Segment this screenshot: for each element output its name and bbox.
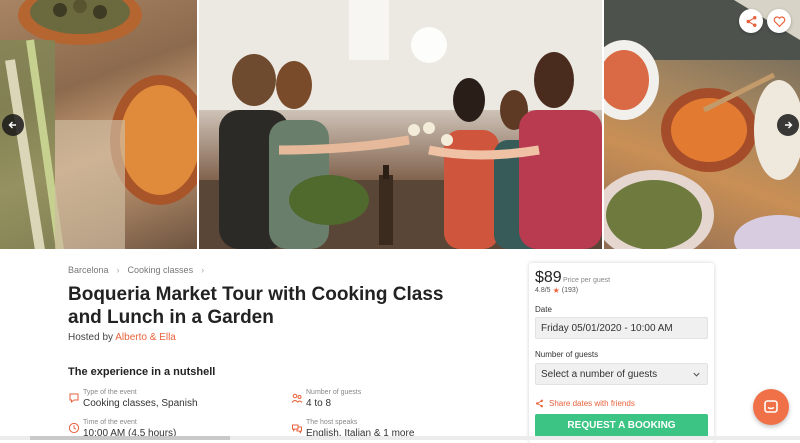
chevron-right-icon: › [201,265,205,275]
review-count[interactable]: (193) [562,287,578,294]
breadcrumb-cooking-classes[interactable]: Cooking classes [128,265,194,275]
share-dates-label: Share dates with friends [549,399,635,408]
chevron-right-icon: › [116,265,120,275]
star-icon: ★ [552,286,560,295]
fact-event-type: Type of the event Cooking classes, Spani… [68,388,198,411]
share-dates-link[interactable]: Share dates with friends [535,399,635,408]
fact-value: Cooking classes, Spanish [83,398,198,409]
chat-icon [764,400,778,413]
section-title: The experience in a nutshell [68,366,216,378]
date-label: Date [535,305,552,314]
fact-label: The host speaks [306,419,358,426]
guests-label: Number of guests [535,350,599,359]
clock-icon [68,421,80,434]
guests-select-value: Select a number of guests [541,369,658,380]
chevron-down-icon [693,372,700,377]
favorite-button[interactable] [767,9,791,33]
share-icon [746,15,756,27]
hosted-by-label: Hosted by [68,332,114,343]
chat-button[interactable] [753,389,789,425]
fact-label: Number of guests [306,389,362,396]
share-button[interactable] [739,9,763,33]
price-label: Price per guest [563,277,611,284]
fact-guests: Number of guests 4 to 8 [291,388,361,411]
fact-label: Type of the event [83,389,137,396]
gallery-prev-button[interactable] [2,114,24,136]
share-icon [536,399,543,408]
booking-card: $89 Price per guest 4.8/5 ★ (193) Date F… [529,263,714,443]
hosted-by: Hosted by Alberto & Ella [68,332,176,343]
fact-label: Time of the event [83,419,137,426]
scroll-thumb[interactable] [30,436,230,440]
arrow-left-icon [8,121,16,129]
speech-icon [291,421,303,434]
photo-gallery[interactable] [0,0,800,249]
page-title: Boqueria Market Tour with Cooking Class … [68,284,444,328]
horizontal-scrollbar[interactable] [0,436,800,440]
date-field[interactable]: Friday 05/01/2020 - 10:00 AM [535,317,708,339]
tapas-table-photo[interactable] [604,0,800,249]
food-spread-photo[interactable] [0,0,197,249]
toasting-group-photo[interactable] [199,0,602,249]
breadcrumb-barcelona[interactable]: Barcelona [68,265,109,275]
heart-icon [773,15,785,27]
rating-value: 4.8/5 [535,287,551,294]
price: $89 [535,269,562,286]
arrow-right-icon [785,121,793,129]
people-icon [291,391,303,403]
chat-bubble-icon [68,391,80,404]
host-name-link[interactable]: Alberto & Ella [115,332,176,343]
guests-select[interactable]: Select a number of guests [535,363,708,385]
request-booking-button[interactable]: REQUEST A BOOKING [535,414,708,437]
fact-value: 4 to 8 [306,398,332,409]
breadcrumb: Barcelona › Cooking classes › [68,265,212,275]
gallery-next-button[interactable] [777,114,799,136]
rating: 4.8/5 ★ (193) [535,286,578,295]
